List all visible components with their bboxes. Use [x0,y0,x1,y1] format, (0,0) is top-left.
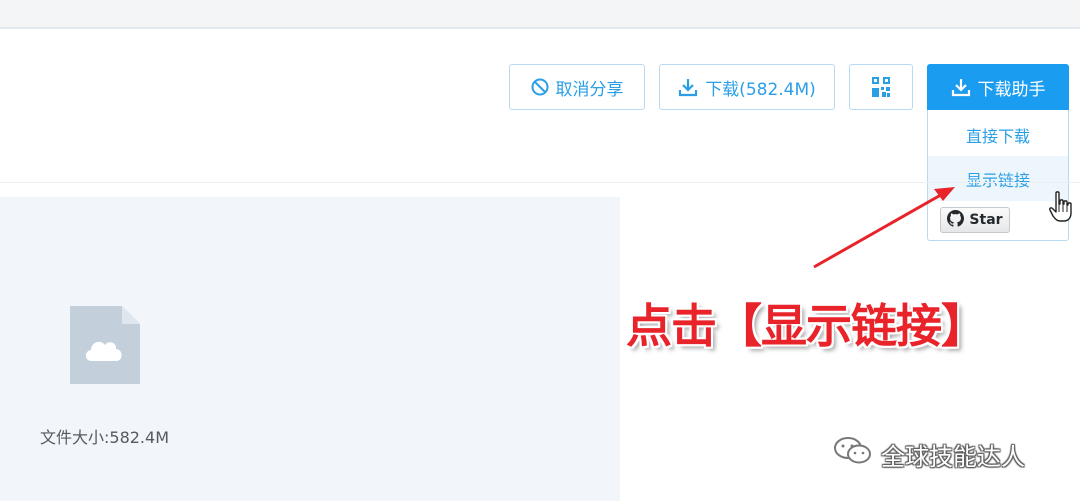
page: 取消分享 下载(582.4M) 下载助手 直接下载 显示链接 Star 文件大小… [0,0,1080,501]
wechat-icon [833,436,873,472]
watermark-text: 全球技能达人 [881,442,1025,471]
annotation-text: 点击【显示链接】 [626,299,987,353]
annotation-arrow [813,187,955,269]
watermark: 全球技能达人 [833,436,1025,472]
